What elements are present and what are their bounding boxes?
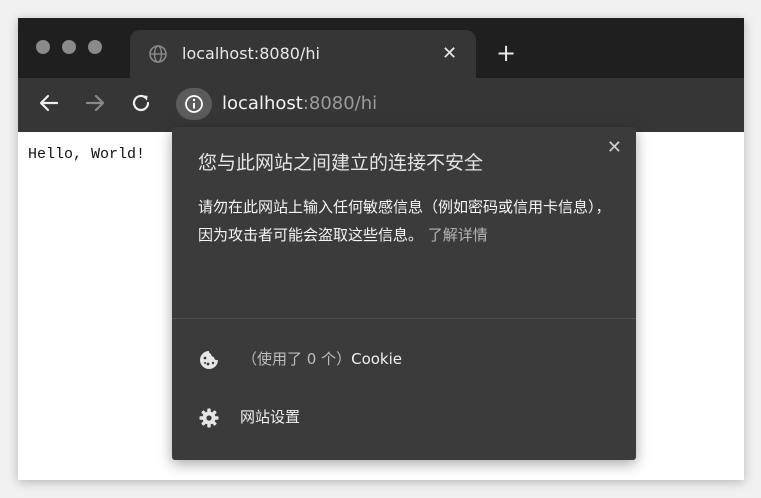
tab-active[interactable]: localhost:8080/hi ✕ [130, 30, 476, 78]
toolbar: localhost:8080/hi [18, 78, 744, 132]
connection-info-popup: ✕ 您与此网站之间建立的连接不安全 请勿在此网站上输入任何敏感信息（例如密码或信… [172, 127, 636, 460]
tab-title: localhost:8080/hi [182, 44, 320, 63]
cookie-icon [198, 349, 220, 375]
zoom-window-button[interactable] [88, 40, 102, 54]
divider [172, 318, 636, 319]
forward-arrow-icon[interactable] [84, 92, 106, 118]
close-icon[interactable]: ✕ [607, 137, 622, 158]
close-window-button[interactable] [36, 40, 50, 54]
address-bar[interactable]: localhost:8080/hi [222, 92, 377, 116]
site-info-button[interactable] [176, 88, 212, 120]
page-body-text: Hello, World! [28, 146, 146, 163]
popup-description: 请勿在此网站上输入任何敏感信息（例如密码或信用卡信息），因为攻击者可能会盗取这些… [198, 193, 614, 249]
warning-text: 请勿在此网站上输入任何敏感信息（例如密码或信用卡信息），因为攻击者可能会盗取这些… [198, 198, 611, 244]
globe-icon [148, 44, 168, 68]
back-arrow-icon[interactable] [38, 92, 60, 118]
cookie-label: （使用了 0 个）Cookie [242, 348, 402, 369]
minimize-window-button[interactable] [62, 40, 76, 54]
url-host: localhost [222, 93, 303, 114]
cookie-count: （使用了 0 个） [242, 350, 352, 368]
tab-bar: localhost:8080/hi ✕ + [18, 18, 744, 78]
tab-close-icon[interactable]: ✕ [442, 43, 457, 65]
learn-more-link[interactable]: 了解详情 [428, 226, 488, 244]
popup-title: 您与此网站之间建立的连接不安全 [198, 152, 484, 174]
site-settings-label: 网站设置 [240, 408, 301, 426]
gear-icon [198, 407, 220, 433]
url-path: :8080/hi [302, 93, 378, 114]
info-icon [185, 95, 203, 113]
reload-icon[interactable] [130, 92, 152, 118]
new-tab-button[interactable]: + [496, 38, 516, 68]
cookie-text: Cookie [351, 350, 403, 368]
